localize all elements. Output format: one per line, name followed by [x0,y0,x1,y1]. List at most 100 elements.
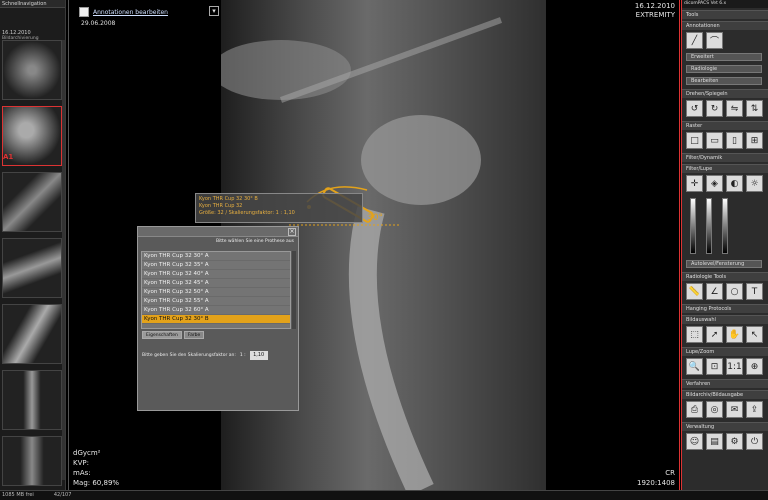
tool-panel: dicomPACS Vet 6.x Tools Annotationen ╱ ⌒… [681,0,768,490]
scale-factor-input[interactable]: 1,10 [249,351,268,360]
dialog-hint: Bitte wählen Sie eine Prothese aus [215,239,294,244]
thumbnail-1[interactable] [2,40,62,100]
list-item[interactable]: Kyon THR Cup 32 50° A [142,288,290,297]
section-tools[interactable]: Tools [682,10,768,19]
hand-icon[interactable]: ✋ [726,326,743,343]
angle-icon[interactable]: ∠ [706,283,723,300]
app-title: dicomPACS Vet 6.x [682,0,768,8]
sub-bearbeiten[interactable]: Bearbeiten [686,77,762,85]
sub-radiologie[interactable]: Radiologie [686,65,762,73]
ruler-icon[interactable]: 📏 [686,283,703,300]
prosthesis-list[interactable]: Kyon THR Cup 32 30° A Kyon THR Cup 32 35… [141,251,291,329]
section-hanging-protocols[interactable]: Hanging Protocols [682,304,768,313]
info-kvp: KVP: [73,459,89,467]
list-item[interactable]: Kyon THR Cup 32 55° A [142,297,290,306]
selected-thumb-label: A1 [3,153,14,161]
thumbnail-7[interactable] [2,436,62,486]
image-viewer[interactable]: Annotationen bearbeiten ▾ 29.06.2008 16.… [68,0,680,496]
flip-icon[interactable]: ⇋ [726,100,743,117]
level-slider[interactable] [706,198,712,254]
zoom-area-icon[interactable]: ⊕ [746,358,763,375]
mirror-icon[interactable]: ⇅ [746,100,763,117]
dialog-close-button[interactable]: × [288,228,296,236]
thumbnail-panel: Schnellnavigation 16.12.2010 Bildarchivi… [0,0,66,490]
dialog-titlebar[interactable]: × [138,227,298,237]
section-filter-lupe[interactable]: Filter/Lupe [682,164,768,173]
thumbnail-4[interactable] [2,238,62,298]
contrast-icon[interactable]: ◐ [726,175,743,192]
exit-icon[interactable]: ⏻ [746,433,763,450]
patient-icon[interactable]: ☺ [686,433,703,450]
window-slider[interactable] [690,198,696,254]
tab-properties[interactable]: Eigenschaften [142,331,182,339]
burn-cd-icon[interactable]: ◎ [706,401,723,418]
section-bildauswahl[interactable]: Bildauswahl [682,315,768,324]
list-item[interactable]: Kyon THR Cup 32 30° A [142,252,290,261]
image-info-top-right: 16.12.2010 EXTREMITY [635,2,675,20]
section-grid[interactable]: Raster [682,121,768,130]
section-annotations[interactable]: Annotationen [682,21,768,30]
autolevel-button[interactable]: Autolevel/Fensterung [686,260,762,268]
annotation-icon[interactable] [79,7,89,17]
rotate-left-icon[interactable]: ↺ [686,100,703,117]
print-icon[interactable]: ⎙ [686,401,703,418]
tab-color[interactable]: Farbe [183,331,205,339]
scale-prefix: 1 : [239,353,246,358]
annotation-tools: ╱ ⌒ [682,30,768,51]
status-bar: 1085 MB frei 42/107 [0,490,768,500]
image-info-bottom-left: dGycm² KVP: mAs: Mag: 60,89% [73,448,119,488]
thumbnail-3[interactable] [2,172,62,232]
sub-erweitert[interactable]: Erweitert [686,53,762,61]
zoom-100-icon[interactable]: 1:1 [726,358,743,375]
select-icon[interactable]: ⬚ [686,326,703,343]
prosthesis-dialog: × Bitte wählen Sie eine Prothese aus Kyo… [137,226,299,411]
pointer-icon[interactable]: ➚ [706,326,723,343]
info-mas: mAs: [73,469,91,477]
section-verwaltung[interactable]: Verwaltung [682,422,768,431]
info-dose: dGycm² [73,449,101,457]
rotate-right-icon[interactable]: ↻ [706,100,723,117]
section-lupe-zoom[interactable]: Lupe/Zoom [682,347,768,356]
status-record: 42/107 [53,492,72,498]
circle-icon[interactable]: ○ [726,283,743,300]
annotation-edit-link[interactable]: Annotationen bearbeiten [93,9,168,16]
folder-icon[interactable]: ▤ [706,433,723,450]
prosthesis-list-scrollbar[interactable] [292,251,296,329]
section-bildausgabe[interactable]: Bildarchiv/Bildausgabe [682,390,768,399]
section-radiology-tools[interactable]: Radiologie Tools [682,272,768,281]
list-item[interactable]: Kyon THR Cup 32 35° A [142,261,290,270]
info-magnification: Mag: 60,89% [73,479,120,487]
section-misc[interactable]: Verfahren [682,379,768,388]
viewer-menu-button[interactable]: ▾ [209,6,219,16]
grid-1x2-icon[interactable]: ▭ [706,132,723,149]
sharpen-icon[interactable]: ◈ [706,175,723,192]
grid-2x2-icon[interactable]: ⊞ [746,132,763,149]
list-item-selected[interactable]: Kyon THR Cup 32 30° B [142,315,290,324]
settings-icon[interactable]: ⚙ [726,433,743,450]
magnifier-icon[interactable]: 🔍 [686,358,703,375]
fit-icon[interactable]: ⊡ [706,358,723,375]
gamma-slider[interactable] [722,198,728,254]
crosshair-icon[interactable]: ✛ [686,175,703,192]
scale-prompt: Bitte geben Sie den Skalierungsfaktor an… [142,353,236,358]
section-filter[interactable]: Filter/Dynamik [682,153,768,162]
list-item[interactable]: Kyon THR Cup 32 60° A [142,306,290,315]
grid-1x1-icon[interactable]: □ [686,132,703,149]
draw-line-icon[interactable]: ╱ [686,32,703,49]
list-item[interactable]: Kyon THR Cup 32 45° A [142,279,290,288]
email-icon[interactable]: ✉ [726,401,743,418]
thumbnail-scrollbar[interactable] [62,40,65,480]
thumbnail-5[interactable] [2,304,62,364]
text-icon[interactable]: T [746,283,763,300]
list-item[interactable]: Kyon THR Cup 32 40° A [142,270,290,279]
curve-icon[interactable]: ⌒ [706,32,723,49]
window-level-sliders [682,194,768,258]
grid-2x1-icon[interactable]: ▯ [726,132,743,149]
section-rotate[interactable]: Drehen/Spiegeln [682,89,768,98]
brightness-icon[interactable]: ☼ [746,175,763,192]
info-modality: CR [665,469,675,477]
export-icon[interactable]: ⇪ [746,401,763,418]
cursor-icon[interactable]: ↖ [746,326,763,343]
status-memory: 1085 MB frei [2,492,34,498]
thumbnail-6[interactable] [2,370,62,430]
